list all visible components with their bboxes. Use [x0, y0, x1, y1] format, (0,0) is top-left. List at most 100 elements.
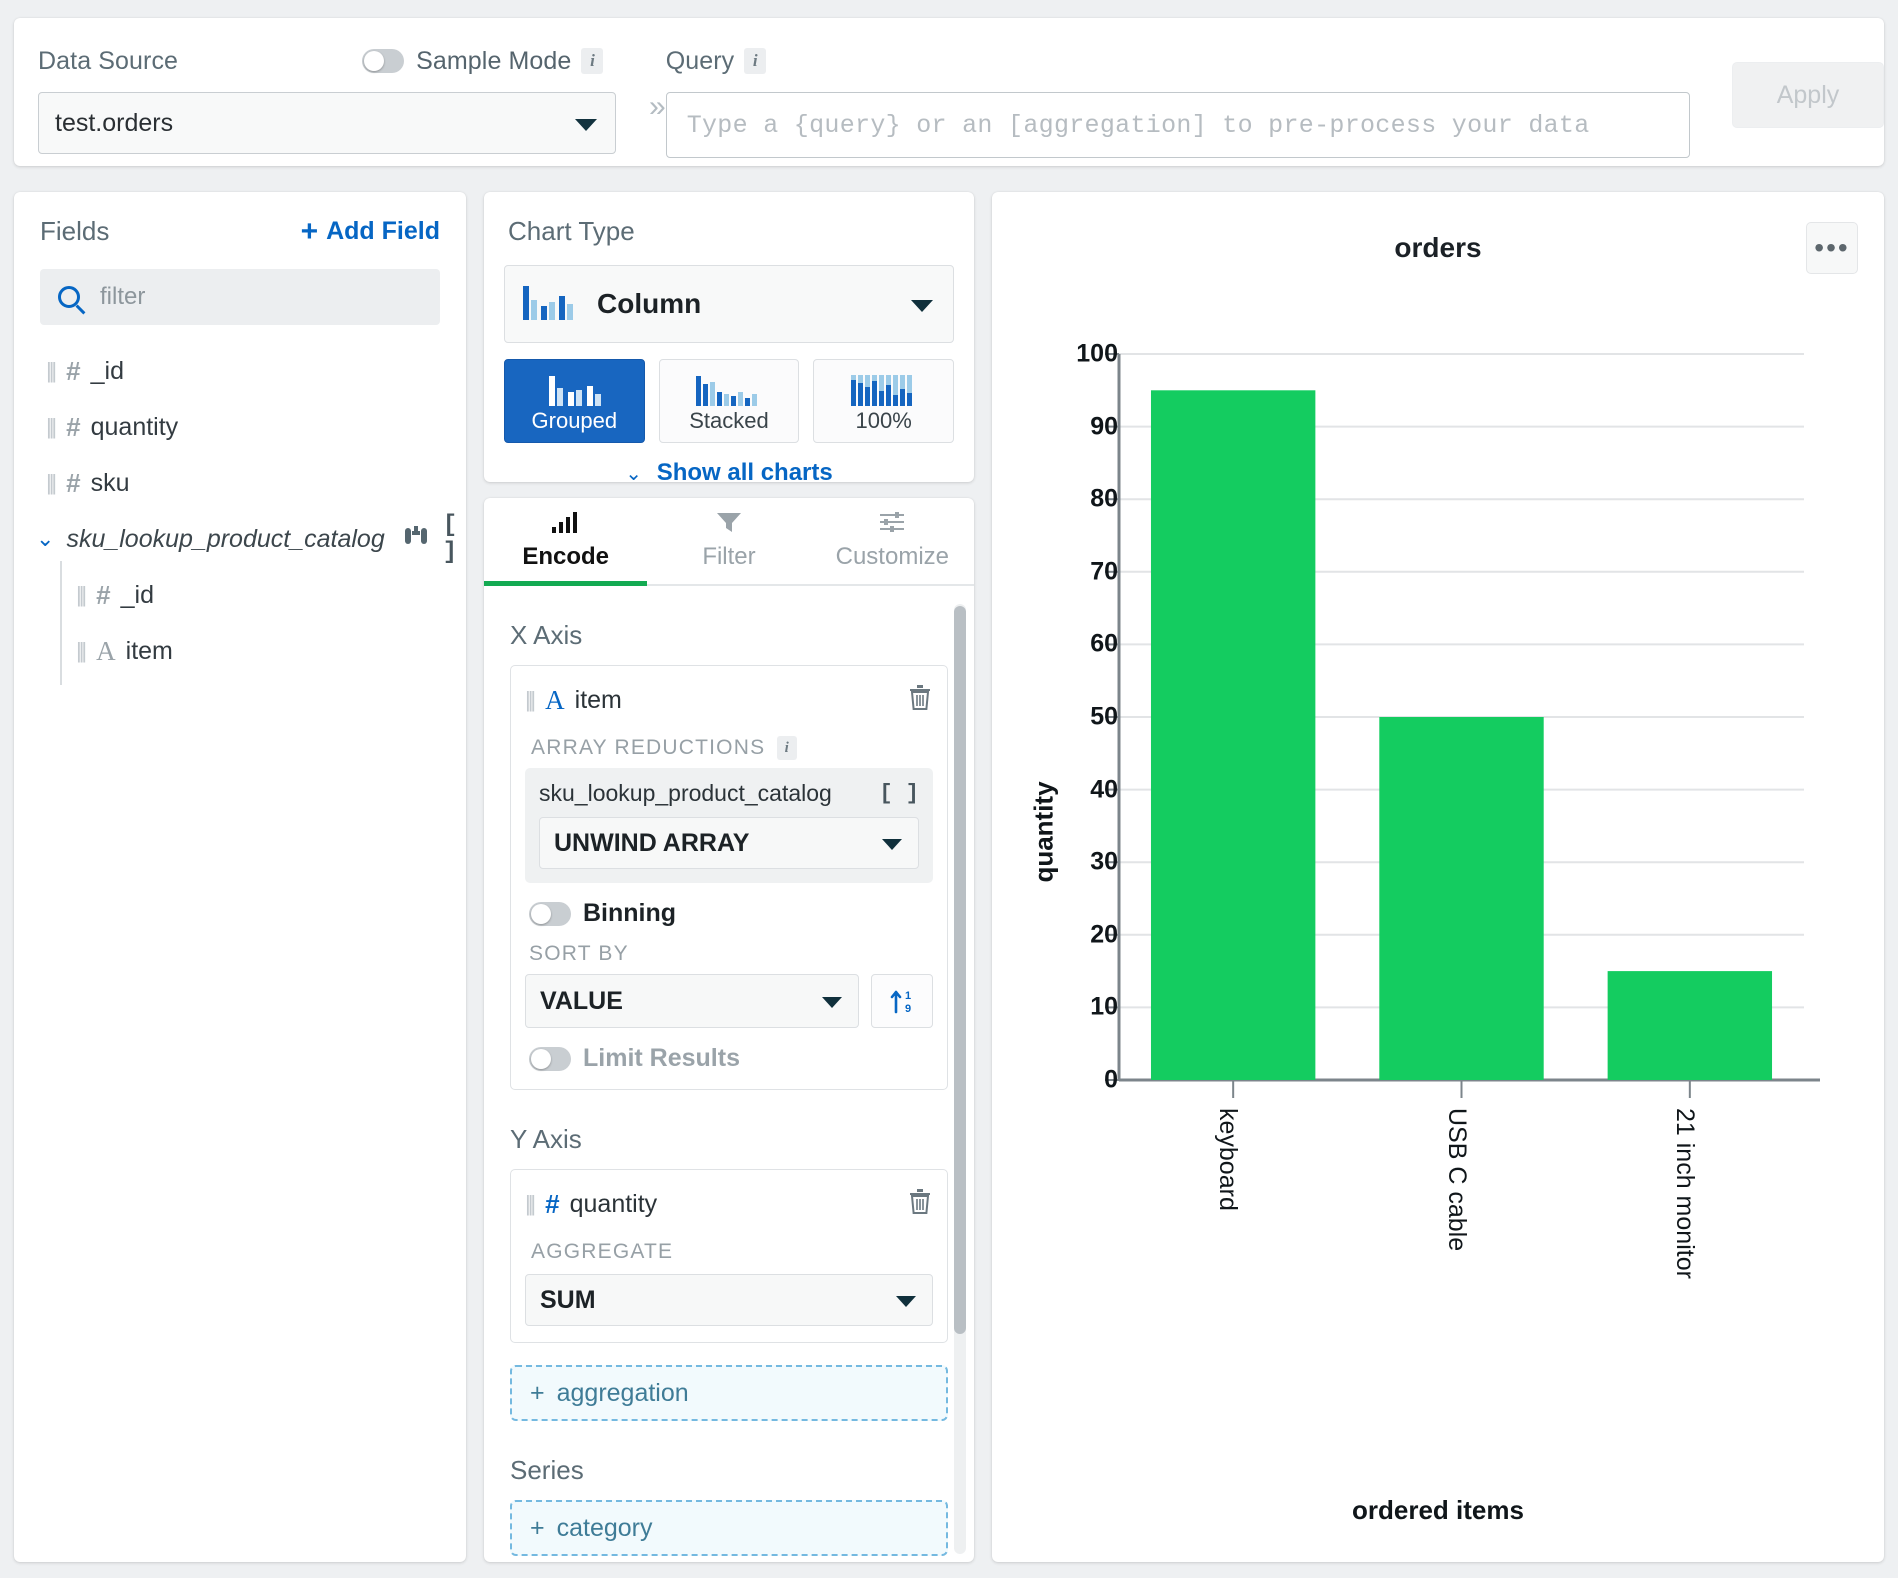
delete-icon[interactable]: [907, 1187, 933, 1222]
drag-handle-icon[interactable]: |||: [46, 414, 54, 440]
drag-handle-icon[interactable]: |||: [46, 470, 54, 496]
chevron-down-icon: [822, 997, 842, 1008]
drag-handle-icon[interactable]: |||: [525, 687, 533, 713]
field-item-sku[interactable]: ||| # sku: [14, 455, 466, 511]
chart-plot: quantity 0102030405060708090100 keyboard…: [992, 192, 1884, 1562]
query-block: Query i Type a {query} or an [aggregatio…: [666, 18, 1884, 158]
y-tick-label: 70: [1090, 557, 1118, 586]
field-label: sku: [91, 469, 130, 498]
array-path-label: sku_lookup_product_catalog: [539, 780, 832, 807]
stacked-bars-icon: [693, 374, 765, 408]
sort-ascending-icon: 1 9: [887, 986, 917, 1016]
x-tick-label: 21 inch monitor: [1670, 1108, 1699, 1279]
hash-icon: #: [66, 412, 80, 443]
tab-filter[interactable]: Filter: [647, 498, 810, 584]
limit-results-row[interactable]: Limit Results: [529, 1044, 933, 1073]
bar: [1151, 390, 1315, 1080]
data-source-header-row: Data Source Sample Mode i: [38, 46, 639, 76]
field-item-child-_id[interactable]: ||| # _id: [14, 567, 466, 623]
add-field-label: Add Field: [326, 217, 440, 246]
field-item-quantity[interactable]: ||| # quantity: [14, 399, 466, 455]
chart-variant-group: Grouped Stacked: [504, 359, 954, 443]
chart-variant-stacked[interactable]: Stacked: [659, 359, 800, 443]
fields-list: ||| # _id ||| # quantity ||| # sku ⌄ sku…: [14, 343, 466, 679]
query-info-icon[interactable]: i: [744, 48, 766, 74]
chevron-down-icon[interactable]: ⌄: [36, 526, 54, 552]
drag-handle-icon[interactable]: |||: [76, 638, 84, 664]
query-input[interactable]: Type a {query} or an [aggregation] to pr…: [666, 92, 1690, 158]
chart-type-title: Chart Type: [484, 192, 974, 247]
app-root: Data Source Sample Mode i test.orders » …: [0, 0, 1898, 1578]
show-all-charts-link[interactable]: ⌄ Show all charts: [484, 459, 974, 487]
array-reduction-value: UNWIND ARRAY: [554, 829, 749, 858]
chart-panel: orders ••• quantity 01020304050607080901…: [992, 192, 1884, 1562]
toggle-knob: [364, 51, 384, 71]
encode-tabs: Encode Filter: [484, 498, 974, 586]
delete-icon[interactable]: [907, 683, 933, 718]
tab-customize[interactable]: Customize: [811, 498, 974, 584]
aggregate-value: SUM: [540, 1286, 596, 1315]
field-label: quantity: [91, 413, 179, 442]
column-chart-icon: [521, 282, 575, 326]
x-axis-field-row[interactable]: ||| A item: [525, 678, 933, 722]
sort-direction-button[interactable]: 1 9: [871, 974, 933, 1028]
field-item-child-item[interactable]: ||| A item: [14, 623, 466, 679]
y-axis-field-row[interactable]: ||| # quantity: [525, 1182, 933, 1226]
y-tick-label: 100: [1076, 340, 1118, 369]
binoculars-glyph: [403, 525, 429, 547]
array-reduction-select[interactable]: UNWIND ARRAY: [539, 817, 919, 869]
field-label: _id: [91, 357, 124, 386]
array-path-row: sku_lookup_product_catalog [ ]: [539, 780, 919, 807]
y-tick-label: 0: [1104, 1066, 1118, 1095]
binning-row[interactable]: Binning: [529, 899, 933, 928]
chart-svg: [992, 192, 1884, 1562]
tree-line: [60, 617, 62, 685]
data-source-label: Data Source: [38, 47, 178, 76]
add-field-button[interactable]: + Add Field: [301, 217, 440, 247]
letter-a-icon: A: [96, 636, 116, 667]
sort-by-label: SORT BY: [529, 942, 933, 966]
scrollbar-thumb[interactable]: [954, 606, 966, 1334]
bar: [1379, 717, 1543, 1080]
tab-encode[interactable]: Encode: [484, 498, 647, 584]
array-reduction-block: sku_lookup_product_catalog [ ] UNWIND AR…: [525, 768, 933, 883]
binoculars-icon[interactable]: [403, 525, 429, 553]
y-tick-label: 90: [1090, 412, 1118, 441]
array-reductions-info-icon[interactable]: i: [777, 736, 797, 760]
chevron-down-icon: [896, 1296, 916, 1307]
fields-title: Fields: [40, 216, 109, 247]
data-source-select[interactable]: test.orders: [38, 92, 616, 154]
fields-filter-input[interactable]: filter: [40, 269, 440, 325]
array-brackets-icon: [ ]: [443, 512, 466, 566]
field-item-_id[interactable]: ||| # _id: [14, 343, 466, 399]
field-label: item: [126, 637, 173, 666]
array-reductions-label-row: ARRAY REDUCTIONS i: [531, 736, 933, 760]
y-tick-label: 10: [1090, 993, 1118, 1022]
chart-variant-100pct[interactable]: 100%: [813, 359, 954, 443]
field-group-sku-lookup-product-catalog[interactable]: ⌄ sku_lookup_product_catalog [ ]: [14, 511, 466, 567]
limit-results-toggle[interactable]: [529, 1047, 571, 1071]
query-label: Query: [666, 47, 735, 76]
sample-mode-toggle[interactable]: [362, 49, 404, 73]
drag-handle-icon[interactable]: |||: [525, 1191, 533, 1217]
x-axis-section-label: X Axis: [510, 620, 948, 651]
top-toolbar: Data Source Sample Mode i test.orders » …: [14, 18, 1884, 166]
array-reductions-label: ARRAY REDUCTIONS: [531, 736, 765, 760]
binning-toggle[interactable]: [529, 902, 571, 926]
drag-handle-icon[interactable]: |||: [76, 582, 84, 608]
add-category-button[interactable]: + category: [510, 1500, 948, 1556]
array-brackets-icon: [ ]: [879, 781, 919, 806]
x-tick-label: USB C cable: [1442, 1108, 1471, 1251]
add-aggregation-button[interactable]: + aggregation: [510, 1365, 948, 1421]
sort-by-select[interactable]: VALUE: [525, 974, 859, 1028]
double-chevron-right-icon: »: [649, 90, 666, 124]
drag-handle-icon[interactable]: |||: [46, 358, 54, 384]
apply-button[interactable]: Apply: [1732, 62, 1884, 128]
chart-type-value: Column: [597, 288, 701, 320]
sample-mode-info-icon[interactable]: i: [581, 48, 603, 74]
chart-type-select[interactable]: Column: [504, 265, 954, 343]
y-tick-label: 50: [1090, 703, 1118, 732]
aggregate-select[interactable]: SUM: [525, 1274, 933, 1326]
chart-variant-grouped[interactable]: Grouped: [504, 359, 645, 443]
fields-panel: Fields + Add Field filter ||| # _id |||: [14, 192, 466, 1562]
